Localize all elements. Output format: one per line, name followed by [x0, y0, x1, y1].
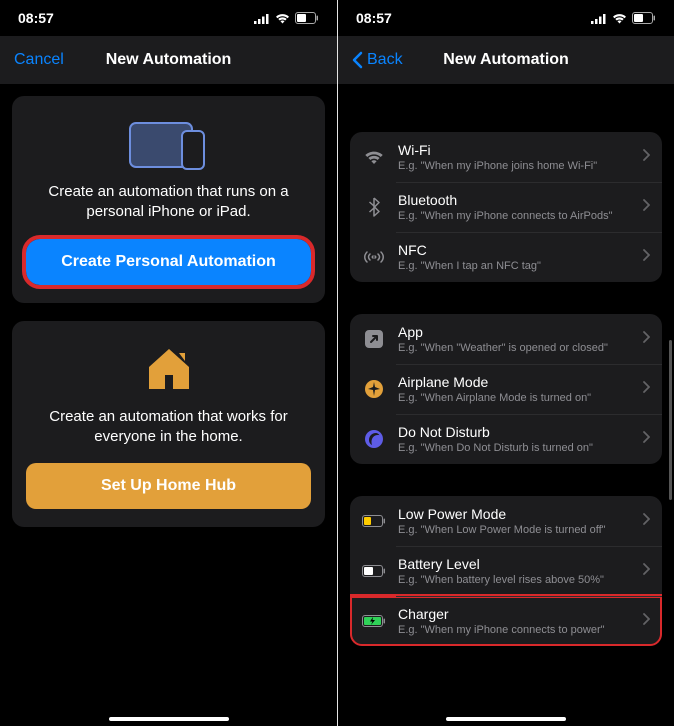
dnd-icon	[362, 427, 386, 451]
personal-automation-card: Create an automation that runs on a pers…	[12, 96, 325, 303]
row-title: Low Power Mode	[398, 506, 631, 522]
create-personal-automation-button[interactable]: Create Personal Automation	[26, 239, 311, 285]
nav-bar: Cancel New Automation	[0, 36, 337, 84]
devices-icon	[126, 114, 212, 174]
chevron-left-icon	[352, 51, 363, 69]
scroll-area[interactable]: Wi-Fi E.g. "When my iPhone joins home Wi…	[338, 84, 674, 726]
home-indicator[interactable]	[446, 717, 566, 721]
nfc-icon	[362, 245, 386, 269]
trigger-nfc[interactable]: NFC E.g. "When I tap an NFC tag"	[350, 232, 662, 282]
row-sub: E.g. "When battery level rises above 50%…	[398, 574, 631, 586]
wifi-icon	[275, 13, 290, 24]
trigger-low-power[interactable]: Low Power Mode E.g. "When Low Power Mode…	[350, 496, 662, 546]
status-right	[254, 12, 319, 24]
trigger-charger[interactable]: Charger E.g. "When my iPhone connects to…	[350, 596, 662, 646]
status-time: 08:57	[18, 10, 54, 26]
trigger-airplane[interactable]: Airplane Mode E.g. "When Airplane Mode i…	[350, 364, 662, 414]
charger-icon	[362, 609, 386, 633]
trigger-wifi[interactable]: Wi-Fi E.g. "When my iPhone joins home Wi…	[350, 132, 662, 182]
wifi-icon	[612, 13, 627, 24]
battery-level-icon	[362, 559, 386, 583]
battery-icon	[295, 12, 319, 24]
chevron-right-icon	[643, 148, 650, 166]
row-sub: E.g. "When Low Power Mode is turned off"	[398, 524, 631, 536]
scroll-area[interactable]: Create an automation that runs on a pers…	[0, 84, 337, 726]
cancel-button[interactable]: Cancel	[14, 51, 64, 69]
trigger-battery-level[interactable]: Battery Level E.g. "When battery level r…	[350, 546, 662, 596]
low-power-icon	[362, 509, 386, 533]
row-sub: E.g. "When my iPhone connects to power"	[398, 624, 631, 636]
status-right	[591, 12, 656, 24]
home-desc: Create an automation that works for ever…	[26, 407, 311, 448]
chevron-right-icon	[643, 612, 650, 630]
bluetooth-icon	[362, 195, 386, 219]
chevron-right-icon	[643, 380, 650, 398]
status-bar: 08:57	[0, 0, 337, 36]
home-automation-card: Create an automation that works for ever…	[12, 321, 325, 528]
trigger-section-modes: App E.g. "When "Weather" is opened or cl…	[350, 314, 662, 464]
row-title: NFC	[398, 242, 631, 258]
back-button[interactable]: Back	[352, 51, 403, 69]
row-title: Do Not Disturb	[398, 424, 631, 440]
row-title: Battery Level	[398, 556, 631, 572]
status-bar: 08:57	[338, 0, 674, 36]
trigger-section-power: Low Power Mode E.g. "When Low Power Mode…	[350, 496, 662, 646]
airplane-mode-icon	[362, 377, 386, 401]
row-sub: E.g. "When Airplane Mode is turned on"	[398, 392, 631, 404]
home-icon	[145, 339, 193, 399]
app-icon	[362, 327, 386, 351]
scroll-indicator[interactable]	[669, 340, 672, 500]
wifi-icon	[362, 145, 386, 169]
row-sub: E.g. "When I tap an NFC tag"	[398, 260, 631, 272]
trigger-section-connectivity: Wi-Fi E.g. "When my iPhone joins home Wi…	[350, 132, 662, 282]
chevron-right-icon	[643, 248, 650, 266]
trigger-bluetooth[interactable]: Bluetooth E.g. "When my iPhone connects …	[350, 182, 662, 232]
battery-icon	[632, 12, 656, 24]
chevron-right-icon	[643, 198, 650, 216]
row-title: Charger	[398, 606, 631, 622]
row-sub: E.g. "When Do Not Disturb is turned on"	[398, 442, 631, 454]
home-indicator[interactable]	[109, 717, 229, 721]
chevron-right-icon	[643, 430, 650, 448]
chevron-right-icon	[643, 512, 650, 530]
chevron-right-icon	[643, 330, 650, 348]
row-title: Bluetooth	[398, 192, 631, 208]
row-title: Wi-Fi	[398, 142, 631, 158]
row-title: App	[398, 324, 631, 340]
row-sub: E.g. "When my iPhone joins home Wi-Fi"	[398, 160, 631, 172]
trigger-dnd[interactable]: Do Not Disturb E.g. "When Do Not Disturb…	[350, 414, 662, 464]
phone-right: 08:57 Back New Automation	[337, 0, 674, 726]
nav-bar: Back New Automation	[338, 36, 674, 84]
personal-desc: Create an automation that runs on a pers…	[26, 182, 311, 223]
phone-left: 08:57 Cancel New Automation	[0, 0, 337, 726]
row-sub: E.g. "When my iPhone connects to AirPods…	[398, 210, 631, 222]
chevron-right-icon	[643, 562, 650, 580]
row-title: Airplane Mode	[398, 374, 631, 390]
row-sub: E.g. "When "Weather" is opened or closed…	[398, 342, 631, 354]
status-time: 08:57	[356, 10, 392, 26]
cellular-icon	[254, 13, 270, 24]
trigger-app[interactable]: App E.g. "When "Weather" is opened or cl…	[350, 314, 662, 364]
cellular-icon	[591, 13, 607, 24]
setup-home-hub-button[interactable]: Set Up Home Hub	[26, 463, 311, 509]
